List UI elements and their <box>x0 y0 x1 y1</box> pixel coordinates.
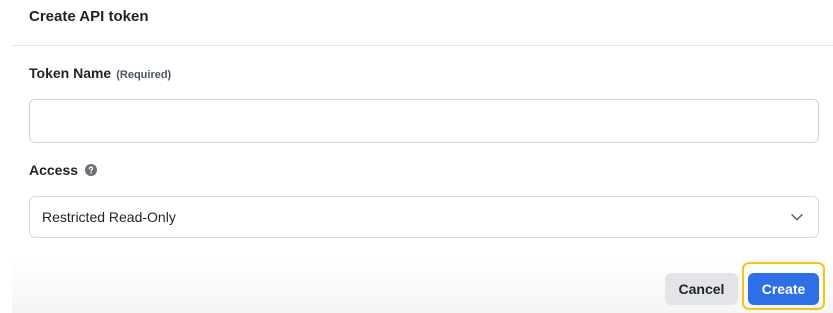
token-name-label: Token Name (Required) <box>29 65 171 81</box>
access-selected-value: Restricted Read-Only <box>42 209 176 225</box>
dialog-header: Create API token <box>12 0 833 46</box>
access-select[interactable]: Restricted Read-Only <box>29 196 819 238</box>
cancel-button[interactable]: Cancel <box>665 273 738 305</box>
token-name-input[interactable] <box>29 99 819 143</box>
token-name-label-text: Token Name <box>29 65 112 81</box>
required-indicator: (Required) <box>116 69 172 81</box>
access-label: Access <box>29 162 98 178</box>
create-api-token-dialog: Create API token Token Name (Required) A… <box>0 0 833 313</box>
create-button[interactable]: Create <box>748 273 819 305</box>
chevron-down-icon <box>790 210 804 224</box>
dialog-title: Create API token <box>29 8 149 25</box>
access-label-text: Access <box>29 162 79 178</box>
question-circle-icon[interactable] <box>85 164 98 176</box>
